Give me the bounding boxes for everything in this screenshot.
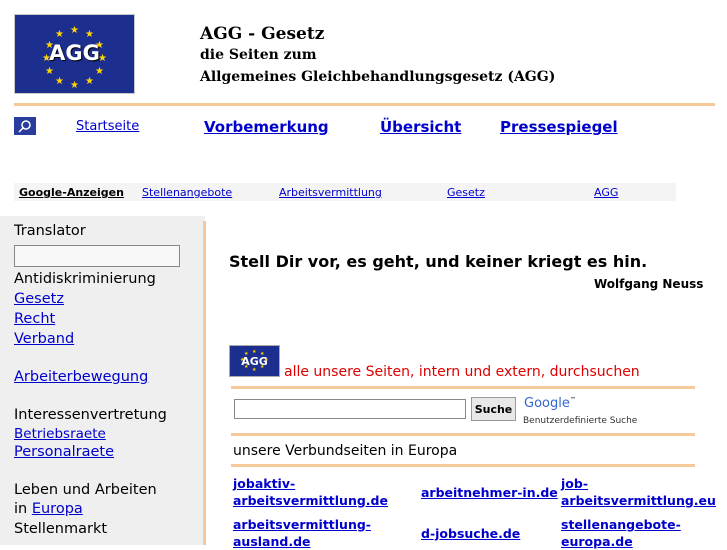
euro-link-jobaktiv[interactable]: jobaktiv- arbeitsvermittlung.de bbox=[233, 475, 388, 509]
sidebar-link-europa[interactable]: Europa bbox=[32, 501, 83, 517]
nav-uebersicht[interactable]: Übersicht bbox=[380, 118, 461, 136]
sidebar-divider bbox=[203, 221, 206, 545]
leben-label: Leben und Arbeiten bbox=[14, 482, 157, 498]
ad-link-gesetz[interactable]: Gesetz bbox=[447, 186, 485, 199]
svg-text:★: ★ bbox=[85, 29, 94, 40]
euro-divider bbox=[231, 464, 695, 467]
agg-search-logo: ★ ★ ★ ★ ★ ★ ★ ★ AGG bbox=[229, 345, 280, 377]
agg-logo: ★ ★ ★ ★ ★ ★ ★ ★ ★ ★ ★ ★ AGG bbox=[14, 14, 135, 94]
quote-text: Stell Dir vor, es geht, und keiner krieg… bbox=[229, 252, 648, 271]
translator-widget[interactable] bbox=[14, 245, 180, 267]
svg-text:★: ★ bbox=[85, 76, 94, 87]
nav-startseite[interactable]: Startseite bbox=[76, 119, 139, 134]
page-subtitle-2: Allgemeines Gleichbehandlungsgesetz (AGG… bbox=[200, 69, 556, 85]
search-bottom-divider bbox=[231, 433, 695, 436]
svg-text:★: ★ bbox=[55, 29, 64, 40]
header-divider bbox=[14, 103, 715, 106]
ads-label[interactable]: Google-Anzeigen bbox=[19, 186, 124, 199]
nav-vorbemerkung[interactable]: Vorbemerkung bbox=[204, 118, 329, 136]
ad-link-arbeitsvermittlung[interactable]: Arbeitsvermittlung bbox=[279, 186, 382, 199]
search-input[interactable] bbox=[234, 399, 466, 419]
translator-label: Translator bbox=[14, 223, 86, 239]
sidebar-link-verband[interactable]: Verband bbox=[14, 331, 74, 347]
nav-pressespiegel[interactable]: Pressespiegel bbox=[500, 118, 618, 136]
ad-link-agg[interactable]: AGG bbox=[594, 186, 618, 199]
sidebar-link-recht[interactable]: Recht bbox=[14, 311, 55, 327]
europa-line: in Europa bbox=[14, 501, 83, 517]
google-custom-search-label: Benutzerdefinierte Suche bbox=[523, 416, 638, 426]
sidebar-link-arbeiterbewegung[interactable]: Arbeiterbewegung bbox=[14, 369, 148, 385]
svg-text:★: ★ bbox=[70, 80, 79, 91]
svg-text:★: ★ bbox=[95, 66, 104, 77]
sidebar-link-personalraete[interactable]: Personalraete bbox=[14, 444, 114, 460]
page-title: AGG - Gesetz bbox=[200, 24, 325, 44]
page-subtitle-1: die Seiten zum bbox=[200, 47, 317, 63]
euro-link-d-jobsuche[interactable]: d-jobsuche.de bbox=[421, 525, 520, 542]
google-logo: Google™ bbox=[524, 396, 576, 411]
interessenvertretung-label: Interessenvertretung bbox=[14, 407, 167, 423]
logo-text: AGG bbox=[49, 41, 100, 65]
google-ads-strip: Google-Anzeigen Stellenangebote Arbeitsv… bbox=[14, 183, 676, 201]
search-button[interactable]: Suche bbox=[471, 397, 516, 421]
euro-link-arbeitnehmer[interactable]: arbeitnehmer-in.de bbox=[421, 484, 558, 501]
in-label: in bbox=[14, 501, 28, 517]
svg-text:★: ★ bbox=[45, 66, 54, 77]
search-heading: alle unsere Seiten, intern und extern, d… bbox=[284, 364, 640, 380]
euro-link-job-arbeitsvermittlung[interactable]: job- arbeitsvermittlung.eu bbox=[561, 475, 716, 509]
euro-sites-title: unsere Verbundseiten in Europa bbox=[233, 443, 458, 459]
home-icon[interactable] bbox=[14, 117, 36, 135]
svg-text:★: ★ bbox=[55, 76, 64, 87]
sidebar-link-gesetz[interactable]: Gesetz bbox=[14, 291, 64, 307]
search-logo-text: AGG bbox=[241, 355, 268, 368]
stellenmarkt-label: Stellenmarkt bbox=[14, 521, 108, 537]
antidiskriminierung-label: Antidiskriminierung bbox=[14, 271, 156, 287]
svg-text:★: ★ bbox=[70, 25, 79, 36]
ad-link-stellenangebote[interactable]: Stellenangebote bbox=[142, 186, 232, 199]
search-top-divider bbox=[231, 386, 695, 389]
quote-author: Wolfgang Neuss bbox=[594, 277, 704, 291]
sidebar-link-betriebsraete[interactable]: Betriebsraete bbox=[14, 426, 106, 442]
